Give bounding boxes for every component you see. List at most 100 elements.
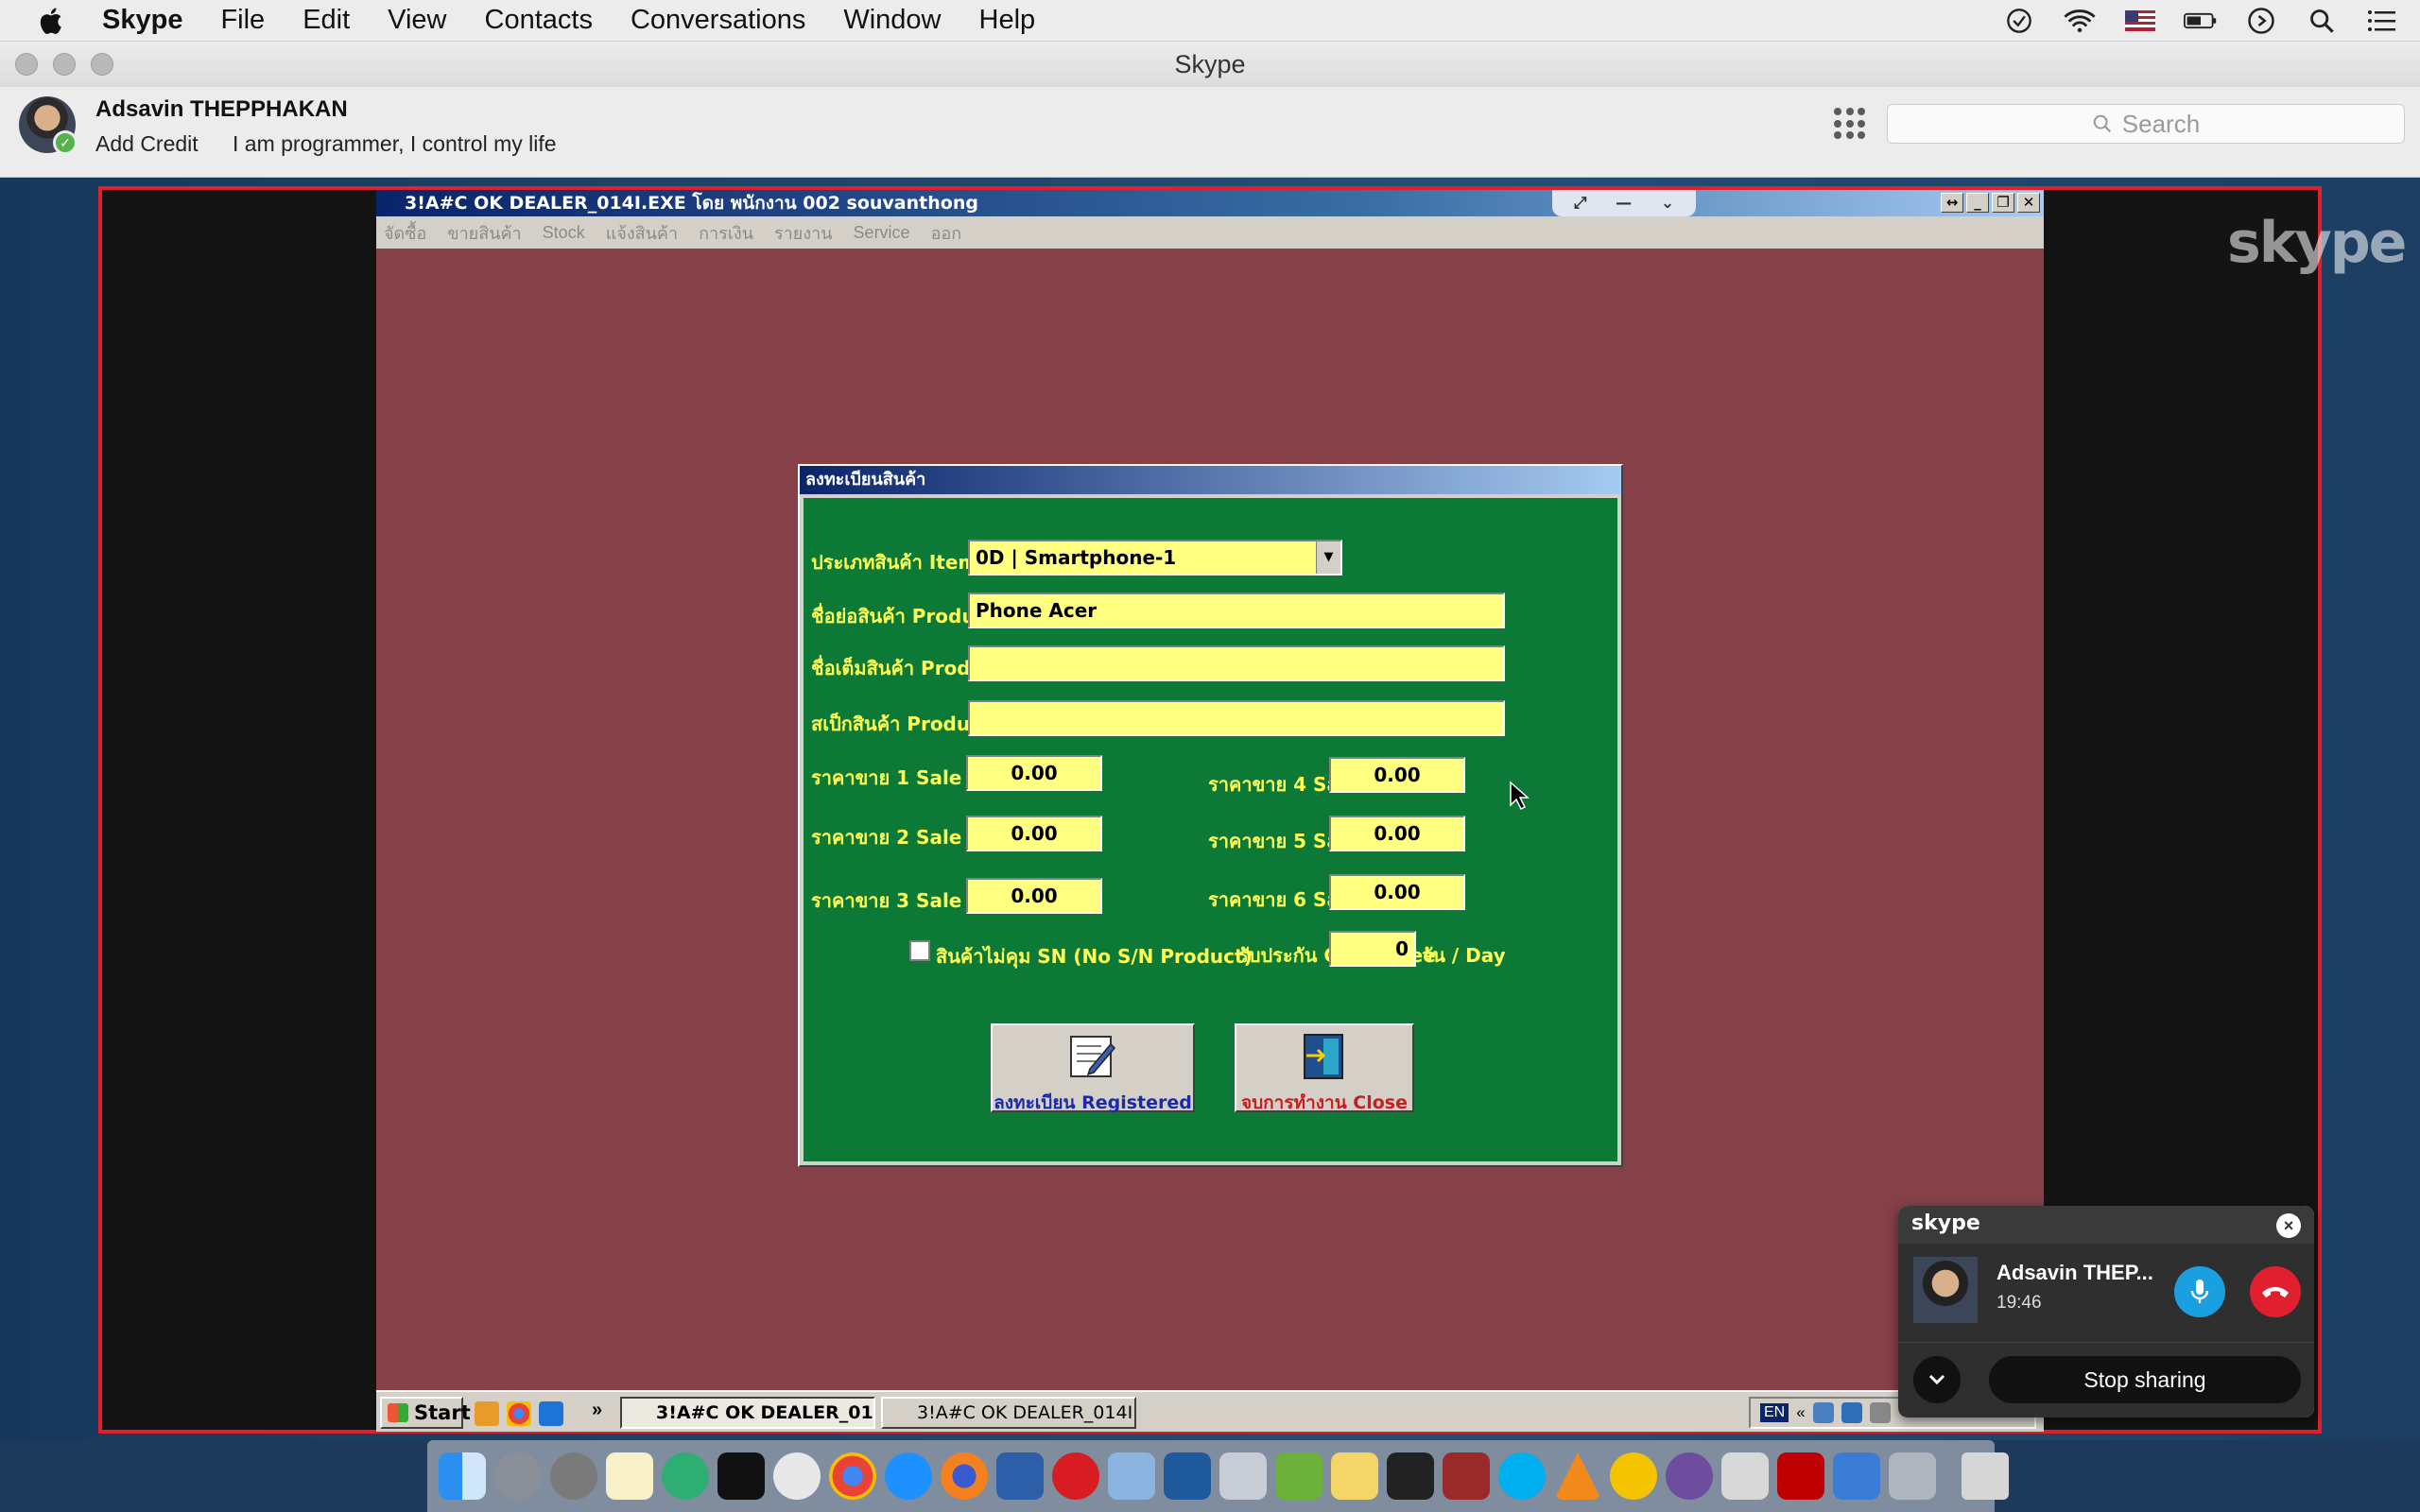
launchpad-icon[interactable] <box>494 1452 542 1500</box>
sequel-pro-icon[interactable] <box>773 1452 821 1500</box>
stickies-icon[interactable] <box>1331 1452 1378 1500</box>
product-name-input[interactable]: Phone Acer <box>968 593 1505 628</box>
atom-icon[interactable] <box>662 1452 709 1500</box>
terminal-icon[interactable] <box>717 1452 765 1500</box>
notes-icon[interactable] <box>606 1452 653 1500</box>
fullscreen-icon[interactable]: ⤢ <box>1574 190 1587 216</box>
sale-price-1-input[interactable]: 0.00 <box>966 755 1102 791</box>
quicklaunch-app-icon[interactable] <box>475 1401 499 1426</box>
xcode-icon[interactable] <box>1833 1452 1880 1500</box>
wifi-utility-icon[interactable] <box>1721 1452 1769 1500</box>
chevron-down-icon[interactable]: ⌄ <box>1661 190 1674 216</box>
virtualbox-icon[interactable] <box>996 1452 1044 1500</box>
sale-price-2-input[interactable]: 0.00 <box>966 816 1102 851</box>
vlc-icon[interactable] <box>1554 1452 1601 1500</box>
trash-icon[interactable] <box>1962 1452 2009 1500</box>
tray-misc-icon[interactable] <box>1869 1402 1891 1423</box>
close-icon[interactable]: × <box>2276 1213 2301 1238</box>
checklist-status-icon[interactable] <box>2002 7 2036 35</box>
skype-dock-icon[interactable] <box>1498 1452 1546 1500</box>
menu-help[interactable]: Help <box>979 5 1036 36</box>
sale-price-6-input[interactable]: 0.00 <box>1329 874 1465 910</box>
xp-menu-service[interactable]: Service <box>854 223 910 243</box>
xp-minimize-button[interactable]: _ <box>1966 193 1989 213</box>
resize-icon[interactable]: ↔ <box>1941 193 1963 213</box>
no-sn-checkbox[interactable] <box>909 940 930 961</box>
opera-icon[interactable] <box>1052 1452 1099 1500</box>
minimize-window-button[interactable] <box>53 53 76 76</box>
chrome-dock-icon[interactable] <box>829 1452 876 1500</box>
spotlight-search-icon[interactable] <box>2305 7 2339 35</box>
expand-button[interactable] <box>1913 1356 1961 1403</box>
menu-window[interactable]: Window <box>843 5 941 36</box>
xp-menu-notify[interactable]: แจ้งสินค้า <box>606 219 678 247</box>
close-window-button[interactable] <box>15 53 38 76</box>
start-button[interactable]: Start <box>380 1397 471 1429</box>
end-call-button[interactable] <box>2250 1266 2301 1317</box>
apple-icon[interactable] <box>36 5 68 37</box>
guarantee-input[interactable]: 0 <box>1329 931 1416 967</box>
xampp-box-icon[interactable] <box>1108 1452 1155 1500</box>
close-button[interactable]: จบการทำงาน Close <box>1235 1023 1414 1113</box>
xp-menu-sale[interactable]: ขายสินค้า <box>447 219 521 247</box>
stop-sharing-button[interactable]: Stop sharing <box>1989 1356 2301 1403</box>
sale-price-5-input[interactable]: 0.00 <box>1329 816 1465 851</box>
xp-menu-purchase[interactable]: จัดซื้อ <box>384 219 426 247</box>
menu-view[interactable]: View <box>388 5 446 36</box>
minimize-icon[interactable]: — <box>1616 190 1632 216</box>
product-spec-input[interactable] <box>968 700 1505 736</box>
filezilla-alt-icon[interactable] <box>1610 1452 1657 1500</box>
microphone-button[interactable] <box>2174 1266 2225 1317</box>
battery-icon[interactable] <box>2184 7 2218 35</box>
firefox-icon[interactable] <box>941 1452 988 1500</box>
xp-menu-finance[interactable]: การเงิน <box>699 219 753 247</box>
menu-contacts[interactable]: Contacts <box>485 5 593 36</box>
chrome-icon[interactable] <box>507 1401 531 1426</box>
dictionary-icon[interactable] <box>1443 1452 1490 1500</box>
mysql-workbench-icon[interactable] <box>1164 1452 1211 1500</box>
xp-close-button[interactable]: ✕ <box>2017 193 2040 213</box>
sale-price-4-input[interactable]: 0.00 <box>1329 757 1465 793</box>
remote-toolbar[interactable]: ⤢ — ⌄ <box>1552 190 1696 216</box>
search-input[interactable]: Search <box>1887 104 2405 144</box>
tray-app-icon[interactable] <box>1841 1402 1862 1423</box>
mood-message[interactable]: I am programmer, I control my life <box>233 131 557 157</box>
notification-center-icon[interactable] <box>2365 7 2399 35</box>
register-button[interactable]: ลงทะเบียน Registered <box>991 1023 1195 1113</box>
menu-app-skype[interactable]: Skype <box>102 5 182 36</box>
dropdown-arrow-icon[interactable]: ▼ <box>1316 541 1340 574</box>
menu-edit[interactable]: Edit <box>302 5 350 36</box>
filezilla-icon[interactable] <box>1777 1452 1824 1500</box>
ie-icon[interactable] <box>539 1401 563 1426</box>
activity-monitor-icon[interactable] <box>1387 1452 1434 1500</box>
xp-menu-stock[interactable]: Stock <box>543 223 585 243</box>
taskbar-more-icon[interactable]: » <box>592 1400 602 1421</box>
taskbar-task-dealer-1[interactable]: 3!A#C OK DEALER_01... <box>620 1397 875 1429</box>
xp-menu-report[interactable]: รายงาน <box>774 219 833 247</box>
taskbar-task-dealer-2[interactable]: 3!A#C OK DEALER_014I... <box>881 1397 1136 1429</box>
dialpad-icon[interactable] <box>1834 108 1866 140</box>
safari-icon[interactable] <box>885 1452 932 1500</box>
xp-restore-button[interactable]: ❐ <box>1992 193 2014 213</box>
menu-conversations[interactable]: Conversations <box>631 5 805 36</box>
system-preferences-icon[interactable] <box>550 1452 597 1500</box>
sale-price-3-input[interactable]: 0.00 <box>966 878 1102 914</box>
wifi-icon[interactable] <box>2063 7 2097 35</box>
preview-icon[interactable] <box>1889 1452 1936 1500</box>
item-type-select[interactable]: 0D | Smartphone-1 ▼ <box>968 540 1342 576</box>
database-icon[interactable] <box>1219 1452 1267 1500</box>
tray-expand-icon[interactable]: « <box>1796 1403 1805 1422</box>
android-studio-icon[interactable] <box>1275 1452 1322 1500</box>
github-desktop-icon[interactable] <box>1666 1452 1713 1500</box>
profile-name[interactable]: Adsavin THEPPHAKAN <box>95 96 348 123</box>
xp-menu-exit[interactable]: ออก <box>931 219 962 247</box>
zoom-window-button[interactable] <box>91 53 113 76</box>
menu-file[interactable]: File <box>220 5 265 36</box>
tray-network-icon[interactable] <box>1812 1402 1834 1423</box>
product-name2-input[interactable] <box>968 645 1505 681</box>
play-circle-icon[interactable] <box>2244 7 2278 35</box>
finder-icon[interactable] <box>439 1452 486 1500</box>
us-flag-icon[interactable] <box>2123 7 2157 35</box>
language-indicator[interactable]: EN <box>1760 1403 1789 1422</box>
add-credit-link[interactable]: Add Credit <box>95 131 199 157</box>
